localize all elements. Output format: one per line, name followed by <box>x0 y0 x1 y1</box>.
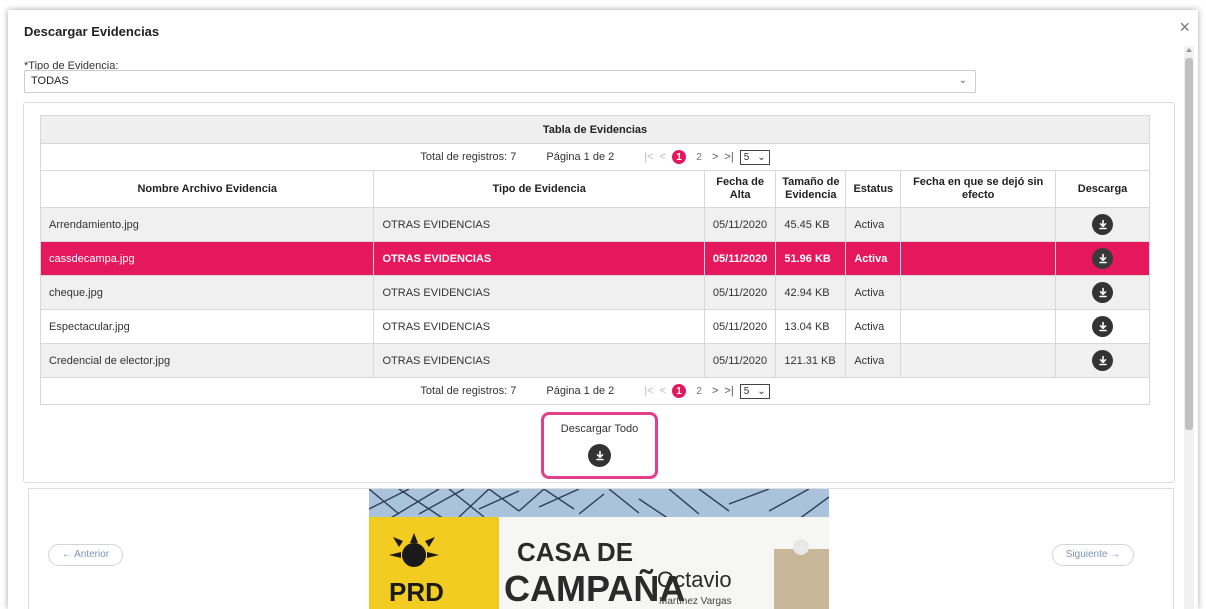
page-2-button[interactable]: 2 <box>692 150 706 164</box>
table-row-selected[interactable]: cassdecampa.jpg OTRAS EVIDENCIAS 05/11/2… <box>39 241 1150 276</box>
col-status: Estatus <box>845 170 902 208</box>
cell-evidence-type: OTRAS EVIDENCIAS <box>373 309 705 344</box>
cell-void-date <box>900 343 1057 378</box>
cell-upload-date: 05/11/2020 <box>703 241 777 276</box>
next-button[interactable]: Siguiente → <box>1052 544 1134 566</box>
col-size: Tamaño de Evidencia <box>775 170 847 208</box>
download-icon[interactable] <box>1092 214 1114 235</box>
modal-title: Descargar Evidencias <box>24 24 160 39</box>
col-evidence-type: Tipo de Evidencia <box>373 170 705 208</box>
scroll-up-icon[interactable] <box>1186 48 1192 52</box>
chevron-down-icon: ⌄ <box>757 385 766 397</box>
table-caption: Tabla de Evidencias <box>40 115 1150 144</box>
cell-file-name: Espectacular.jpg <box>39 309 375 344</box>
cell-size: 51.96 KB <box>775 241 847 276</box>
download-icon[interactable] <box>1092 316 1114 337</box>
last-page-icon[interactable]: >| <box>724 385 733 397</box>
chevron-down-icon: ⌄ <box>958 75 967 86</box>
photo-surname-text: Martínez Vargas <box>659 596 732 607</box>
cell-download <box>1055 275 1150 310</box>
scrollbar[interactable] <box>1184 46 1194 609</box>
pager-bottom: Total de registros: 7 Página 1 de 2 |< <… <box>40 377 1150 405</box>
photo-name-text: Octavio <box>657 567 732 592</box>
cell-evidence-type: OTRAS EVIDENCIAS <box>373 207 705 242</box>
cell-void-date <box>900 275 1057 310</box>
cell-evidence-type: OTRAS EVIDENCIAS <box>373 275 705 310</box>
cell-file-name: cassdecampa.jpg <box>39 241 375 276</box>
cell-download <box>1055 309 1150 344</box>
first-page-icon[interactable]: |< <box>644 151 653 163</box>
cell-upload-date: 05/11/2020 <box>703 275 777 310</box>
cell-size: 121.31 KB <box>775 343 847 378</box>
scroll-thumb[interactable] <box>1185 58 1193 430</box>
col-void-date: Fecha en que se dejó sin efecto <box>900 170 1057 208</box>
cell-size: 13.04 KB <box>775 309 847 344</box>
page-size-value: 5 <box>743 151 750 163</box>
table-row[interactable]: Credencial de elector.jpg OTRAS EVIDENCI… <box>39 343 1150 378</box>
total-records: Total de registros: 7 <box>420 151 517 163</box>
image-viewer: ← Anterior PRD CASA DE CAMPAÑA Octavio M… <box>28 488 1174 609</box>
cell-size: 45.45 KB <box>775 207 847 242</box>
download-icon[interactable] <box>1092 248 1114 269</box>
col-file-name: Nombre Archivo Evidencia <box>39 170 375 208</box>
download-all-label: Descargar Todo <box>560 423 639 435</box>
first-page-icon[interactable]: |< <box>644 385 653 397</box>
photo-logo-text: PRD <box>389 577 444 607</box>
page-info: Página 1 de 2 <box>546 151 615 163</box>
cell-void-date <box>900 241 1057 276</box>
cell-file-name: cheque.jpg <box>39 275 375 310</box>
download-all-box: Descargar Todo <box>541 412 658 479</box>
download-icon[interactable] <box>1092 282 1114 303</box>
prev-page-icon[interactable]: < <box>660 385 666 397</box>
evidence-type-select[interactable]: TODAS ⌄ <box>24 70 976 93</box>
page-2-button[interactable]: 2 <box>692 384 706 398</box>
previous-button[interactable]: ← Anterior <box>48 544 123 566</box>
cell-void-date <box>900 309 1057 344</box>
download-all-icon[interactable] <box>588 444 611 467</box>
chevron-down-icon: ⌄ <box>757 151 766 163</box>
prev-page-icon[interactable]: < <box>660 151 666 163</box>
table-row[interactable]: Arrendamiento.jpg OTRAS EVIDENCIAS 05/11… <box>39 207 1150 242</box>
download-evidence-modal: Descargar Evidencias × *Tipo de Evidenci… <box>8 10 1198 609</box>
table-row[interactable]: Espectacular.jpg OTRAS EVIDENCIAS 05/11/… <box>39 309 1150 344</box>
close-icon[interactable]: × <box>1179 18 1190 36</box>
next-page-icon[interactable]: > <box>712 385 718 397</box>
pager-top: Total de registros: 7 Página 1 de 2 |< <… <box>40 143 1150 171</box>
cell-status: Activa <box>845 343 902 378</box>
table-row[interactable]: cheque.jpg OTRAS EVIDENCIAS 05/11/2020 4… <box>39 275 1150 310</box>
evidence-photo: PRD CASA DE CAMPAÑA Octavio Martínez Var… <box>369 489 829 609</box>
cell-evidence-type: OTRAS EVIDENCIAS <box>373 241 705 276</box>
cell-size: 42.94 KB <box>775 275 847 310</box>
cell-download <box>1055 343 1150 378</box>
photo-line1-text: CASA DE <box>517 537 633 567</box>
col-upload-date: Fecha de Alta <box>703 170 777 208</box>
page-size-select[interactable]: 5 ⌄ <box>739 383 770 399</box>
cell-download <box>1055 241 1150 276</box>
col-download: Descarga <box>1055 170 1150 208</box>
page-info: Página 1 de 2 <box>546 385 615 397</box>
cell-upload-date: 05/11/2020 <box>703 343 777 378</box>
page-size-select[interactable]: 5 ⌄ <box>739 149 770 165</box>
last-page-icon[interactable]: >| <box>724 151 733 163</box>
page-1-button[interactable]: 1 <box>671 384 686 398</box>
cell-upload-date: 05/11/2020 <box>703 207 777 242</box>
total-records: Total de registros: 7 <box>420 385 517 397</box>
page-1-button[interactable]: 1 <box>671 150 686 164</box>
cell-status: Activa <box>845 309 902 344</box>
cell-status: Activa <box>845 241 902 276</box>
next-page-icon[interactable]: > <box>712 151 718 163</box>
evidence-table: Tabla de Evidencias Total de registros: … <box>39 115 1150 405</box>
download-icon[interactable] <box>1092 350 1114 371</box>
cell-status: Activa <box>845 275 902 310</box>
cell-evidence-type: OTRAS EVIDENCIAS <box>373 343 705 378</box>
cell-download <box>1055 207 1150 242</box>
page-size-value: 5 <box>743 385 750 397</box>
cell-status: Activa <box>845 207 902 242</box>
cell-upload-date: 05/11/2020 <box>703 309 777 344</box>
cell-file-name: Credencial de elector.jpg <box>39 343 375 378</box>
evidence-type-value: TODAS <box>31 75 69 87</box>
cell-file-name: Arrendamiento.jpg <box>39 207 375 242</box>
cell-void-date <box>900 207 1057 242</box>
